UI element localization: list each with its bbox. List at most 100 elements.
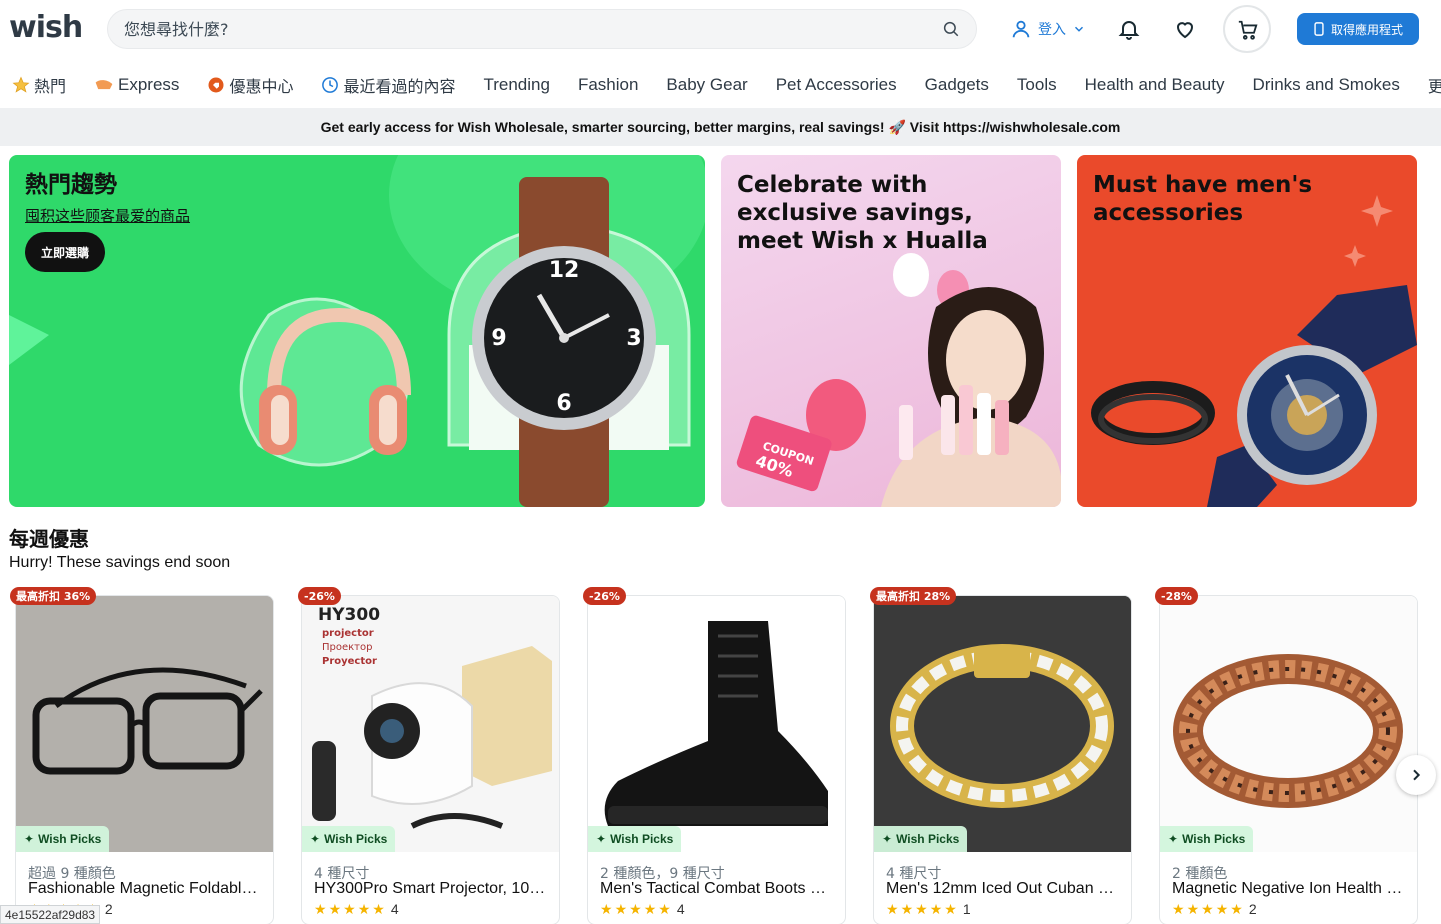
svg-text:9: 9 xyxy=(491,326,506,351)
discount-badge: -26% xyxy=(583,587,626,605)
star-icon: ★ xyxy=(944,901,957,917)
copper-bracelet-image xyxy=(1160,596,1417,852)
wish-picks-tag: ✦ Wish Picks xyxy=(1160,826,1254,852)
product-card[interactable]: ✦ Wish Picks 2 種顏色，9 種尺寸 Men's Tactical C… xyxy=(587,595,846,924)
hero-trending-subtitle[interactable]: 囤积这些顾客最爱的商品 xyxy=(25,205,190,226)
category-nav: 熱門 Express 優惠中心 最近看過的內容 Trending Fashion… xyxy=(0,64,1441,106)
product-name[interactable]: Men's Tactical Combat Boots Outdoor xyxy=(600,880,835,898)
svg-text:Proyector: Proyector xyxy=(322,656,377,667)
star-icon: ★ xyxy=(328,901,342,917)
login-label: 登入 xyxy=(1038,22,1066,38)
cuban-bracelet-image xyxy=(874,596,1131,852)
star-icon: ★ xyxy=(643,901,657,917)
product-name[interactable]: Magnetic Negative Ion Health Bracelet xyxy=(1172,880,1407,898)
sparkle-icon: ✦ xyxy=(24,832,35,846)
chevron-down-icon xyxy=(1074,26,1084,32)
weekly-deals-subtitle: Hurry! These savings end soon xyxy=(9,554,231,571)
login-button[interactable]: 登入 xyxy=(1010,18,1086,40)
nav-item-tools[interactable]: Tools xyxy=(1017,75,1057,95)
nav-item-recently-viewed[interactable]: 最近看過的內容 xyxy=(321,73,455,97)
nav-item-trending[interactable]: Trending xyxy=(483,75,549,95)
nav-item-popular[interactable]: 熱門 xyxy=(12,73,66,97)
hero-trending[interactable]: 12 3 6 9 熱門趨勢 囤积这些顾客最爱的商品 立即選購 xyxy=(9,155,705,507)
wish-picks-tag: ✦ Wish Picks xyxy=(16,826,110,852)
status-text: 4e15522af29d83 xyxy=(0,905,101,924)
discount-badge: -28% xyxy=(1155,587,1198,605)
search-icon[interactable] xyxy=(942,20,960,38)
product-image[interactable]: HY300 projector Проектор Proyector ✦ Wish… xyxy=(302,596,559,852)
product-name[interactable]: Men's 12mm Iced Out Cuban Link Bracelet xyxy=(886,880,1121,898)
carousel-next-button[interactable] xyxy=(1396,755,1436,795)
review-count: 1 xyxy=(962,901,971,917)
wish-picks-tag: ✦ Wish Picks xyxy=(874,826,968,852)
product-image[interactable]: ✦ Wish Picks xyxy=(1160,596,1417,852)
product-name[interactable]: Fashionable Magnetic Foldable Reading Gl… xyxy=(28,880,263,898)
nav-item-deals[interactable]: 優惠中心 xyxy=(207,73,293,97)
nav-item-pet-accessories[interactable]: Pet Accessories xyxy=(776,75,897,95)
discount-badge: -26% xyxy=(298,587,341,605)
star-icon: ★ xyxy=(614,901,628,917)
star-icon xyxy=(12,76,30,93)
bell-icon[interactable] xyxy=(1117,17,1141,41)
product-rating: ★ ★ ★ ★ ★ 1 xyxy=(886,901,971,917)
search-bar[interactable] xyxy=(107,9,977,49)
nav-item-express[interactable]: Express xyxy=(94,75,179,95)
star-icon: ★ xyxy=(929,901,943,917)
cart-button[interactable] xyxy=(1223,5,1271,53)
projector-image: HY300 projector Проектор Proyector xyxy=(302,596,559,852)
cart-icon xyxy=(1238,20,1258,40)
search-input[interactable] xyxy=(124,10,914,48)
user-icon xyxy=(1012,20,1030,38)
star-icon: ★ xyxy=(1230,901,1243,917)
discount-badge: 最高折扣 36% xyxy=(10,587,97,605)
star-icon: ★ xyxy=(1215,901,1229,917)
product-image[interactable]: ✦ Wish Picks xyxy=(16,596,273,852)
combat-boot-image xyxy=(588,596,845,852)
nav-item-health-beauty[interactable]: Health and Beauty xyxy=(1085,75,1225,95)
weekly-deals-title: 每週優惠 xyxy=(9,527,89,551)
star-icon: ★ xyxy=(314,901,327,917)
svg-text:3: 3 xyxy=(626,326,641,351)
express-icon xyxy=(95,80,113,90)
nav-item-gadgets[interactable]: Gadgets xyxy=(925,75,989,95)
hero-hualla[interactable]: COUPON 40% Celebrate with exclusive savin… xyxy=(721,155,1061,507)
hero-mens-accessories[interactable]: Must have men's accessories xyxy=(1077,155,1417,507)
heart-icon[interactable] xyxy=(1173,17,1197,41)
sparkle-icon: ✦ xyxy=(1168,832,1179,846)
tag-icon xyxy=(208,77,224,93)
product-card[interactable]: HY300 projector Проектор Proyector ✦ Wish… xyxy=(301,595,560,924)
svg-text:projector: projector xyxy=(322,628,374,639)
product-image[interactable]: ✦ Wish Picks xyxy=(588,596,845,852)
star-icon: ★ xyxy=(900,901,914,917)
nav-item-drinks-smokes[interactable]: Drinks and Smokes xyxy=(1252,75,1399,95)
hero-mens-accessories-title: Must have men's accessories xyxy=(1093,172,1313,226)
product-card[interactable]: ✦ Wish Picks 2 種顏色 Magnetic Negative Ion … xyxy=(1159,595,1418,924)
product-name[interactable]: HY300Pro Smart Projector, 1080P HD xyxy=(314,880,549,898)
star-icon: ★ xyxy=(629,901,642,917)
product-image[interactable]: ✦ Wish Picks xyxy=(874,596,1131,852)
product-rating: ★★★★★ 2 xyxy=(1172,901,1257,917)
product-rating: ★ ★ ★ ★ ★ 4 xyxy=(314,901,399,917)
wish-picks-tag: ✦ Wish Picks xyxy=(588,826,682,852)
nav-item-baby-gear[interactable]: Baby Gear xyxy=(666,75,747,95)
product-card[interactable]: ✦ Wish Picks 4 種尺寸 Men's 12mm Iced Out Cu… xyxy=(873,595,1132,924)
get-app-label: 取得應用程式 xyxy=(1330,22,1403,37)
star-half-icon: ★ xyxy=(372,901,385,917)
wish-picks-tag: ✦ Wish Picks xyxy=(302,826,396,852)
svg-text:6: 6 xyxy=(556,391,571,416)
nav-item-more[interactable]: 更多 xyxy=(1428,73,1441,97)
phone-icon xyxy=(1314,22,1324,36)
star-icon: ★ xyxy=(915,901,928,917)
sparkle-icon: ✦ xyxy=(310,832,321,846)
wish-logo[interactable]: wish xyxy=(9,10,83,45)
star-icon: ★ xyxy=(343,901,356,917)
nav-item-fashion[interactable]: Fashion xyxy=(578,75,638,95)
shop-now-button[interactable]: 立即選購 xyxy=(25,232,105,272)
star-icon: ★ xyxy=(886,901,899,917)
reading-glasses-image xyxy=(16,596,273,852)
product-card[interactable]: ✦ Wish Picks 超過 9 種顏色 Fashionable Magneti… xyxy=(15,595,274,924)
promo-banner[interactable]: Get early access for Wish Wholesale, sma… xyxy=(0,108,1441,146)
review-count: 2 xyxy=(104,901,113,917)
get-app-button[interactable]: 取得應用程式 xyxy=(1297,13,1419,45)
discount-badge: 最高折扣 28% xyxy=(870,587,957,605)
